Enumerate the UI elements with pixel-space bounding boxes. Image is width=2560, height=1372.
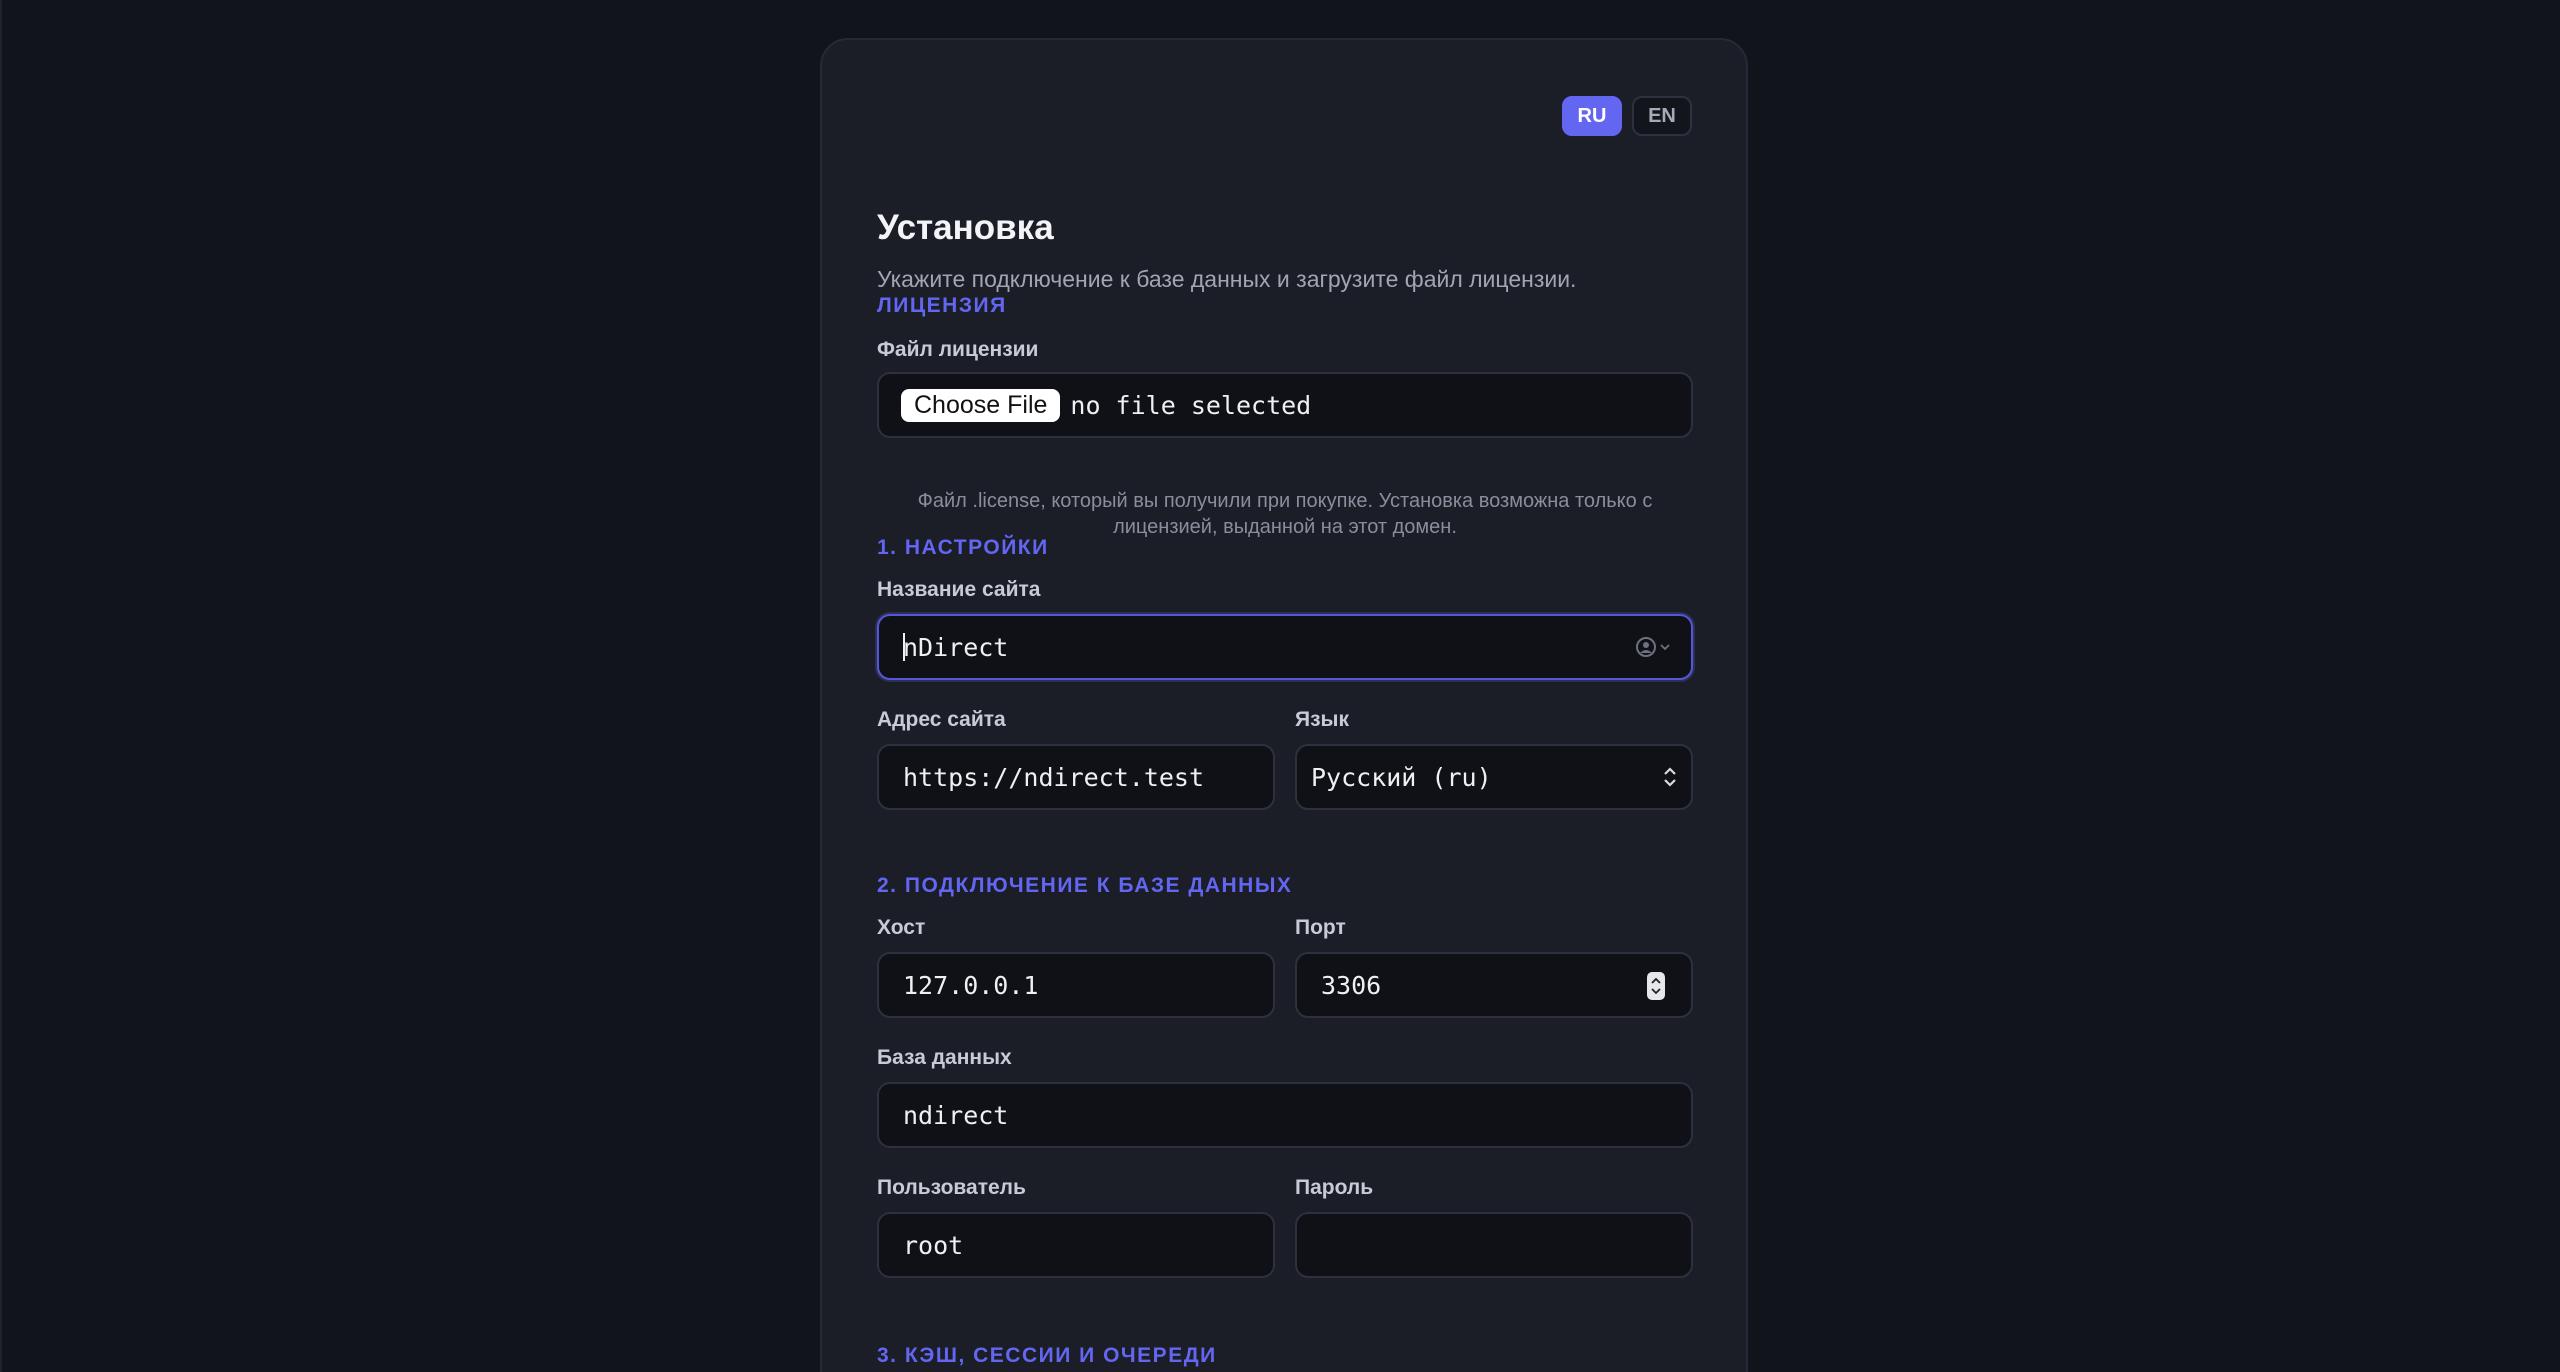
select-arrows-icon xyxy=(1661,764,1679,796)
site-url-label: Адрес сайта xyxy=(877,708,1006,731)
number-spinner-icon[interactable] xyxy=(1647,972,1665,1000)
port-input[interactable]: 3306 xyxy=(1295,952,1693,1018)
section-license-title: ЛИЦЕНЗИЯ xyxy=(877,294,1007,317)
section-cache-title: 3. КЭШ, СЕССИИ И ОЧЕРЕДИ xyxy=(877,1344,1217,1367)
page-subtitle: Укажите подключение к базе данных и загр… xyxy=(877,266,1577,292)
choose-file-button[interactable]: Choose File xyxy=(901,388,1061,422)
database-input[interactable]: ndirect xyxy=(877,1082,1693,1148)
page-title: Установка xyxy=(877,208,1054,247)
user-label: Пользователь xyxy=(877,1176,1026,1199)
file-status-text: no file selected xyxy=(1070,390,1312,420)
section-database-title: 2. ПОДКЛЮЧЕНИЕ К БАЗЕ ДАННЫХ xyxy=(877,874,1293,897)
port-value: 3306 xyxy=(1321,970,1382,1000)
language-select-value: Русский (ru) xyxy=(1311,762,1492,792)
language-select[interactable]: Русский (ru) xyxy=(1295,744,1693,810)
host-value: 127.0.0.1 xyxy=(903,970,1039,1000)
site-url-input[interactable]: https://ndirect.test xyxy=(877,744,1275,810)
section-settings-title: 1. НАСТРОЙКИ xyxy=(877,536,1049,559)
database-value: ndirect xyxy=(903,1100,1009,1130)
site-name-input[interactable]: nDirect xyxy=(877,614,1693,680)
user-input[interactable]: root xyxy=(877,1212,1275,1278)
license-file-input[interactable]: Choose File no file selected xyxy=(877,372,1693,438)
license-hint: Файл .license, который вы получили при п… xyxy=(917,490,1653,538)
language-switcher: RU EN xyxy=(1562,96,1692,136)
site-name-label: Название сайта xyxy=(877,578,1041,601)
host-label: Хост xyxy=(877,916,926,939)
lang-en-button[interactable]: EN xyxy=(1632,96,1692,136)
site-name-value: nDirect xyxy=(903,632,1009,662)
contact-autofill-icon[interactable] xyxy=(1635,636,1671,658)
install-card: RU EN Установка Укажите подключение к ба… xyxy=(820,38,1748,1372)
password-label: Пароль xyxy=(1295,1176,1374,1199)
port-label: Порт xyxy=(1295,916,1346,939)
site-url-value: https://ndirect.test xyxy=(903,762,1205,792)
database-label: База данных xyxy=(877,1046,1012,1069)
lang-ru-button[interactable]: RU xyxy=(1562,96,1622,136)
password-input[interactable] xyxy=(1295,1212,1693,1278)
language-label: Язык xyxy=(1295,708,1349,731)
license-file-label: Файл лицензии xyxy=(877,338,1039,361)
host-input[interactable]: 127.0.0.1 xyxy=(877,952,1275,1018)
user-value: root xyxy=(903,1230,964,1260)
